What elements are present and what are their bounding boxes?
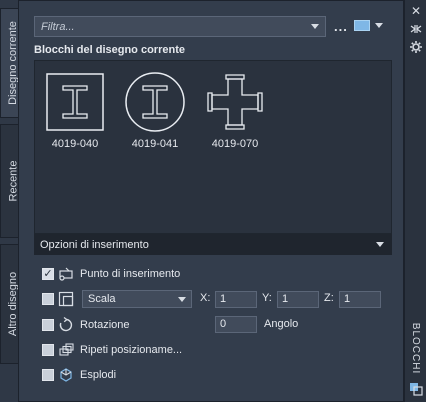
block-label: 4019-040 [51, 138, 99, 150]
rotation-row: Rotazione [42, 317, 130, 333]
insertion-point-label: Punto di inserimento [80, 268, 181, 280]
scale-y-label: Y: [262, 292, 272, 304]
scale-checkbox[interactable] [42, 293, 54, 305]
repeat-placement-checkbox[interactable] [42, 344, 54, 356]
i-beam-square-icon [46, 73, 104, 131]
explode-label: Esplodi [80, 369, 117, 381]
scale-x-input[interactable]: 1 [215, 291, 257, 308]
rotation-checkbox[interactable] [42, 319, 54, 331]
insertion-point-icon [59, 267, 73, 281]
scale-z-label: Z: [324, 292, 334, 304]
settings-icon[interactable] [409, 40, 423, 54]
scale-row [42, 291, 74, 307]
close-icon[interactable]: ✕ [409, 4, 423, 18]
scale-icon [58, 291, 74, 307]
explode-checkbox[interactable] [42, 369, 54, 381]
repeat-placement-label: Ripeti posizioname... [80, 344, 183, 356]
block-item[interactable]: 4019-070 [203, 71, 267, 150]
palette-title: BLOCCHI [406, 318, 426, 378]
chevron-down-icon[interactable] [311, 24, 319, 29]
scale-x-label: X: [200, 292, 211, 304]
angle-label: Angolo [264, 318, 299, 330]
block-item[interactable]: 4019-041 [123, 71, 187, 150]
repeat-placement-row: Ripeti posizioname... [42, 342, 182, 358]
block-item[interactable]: 4019-040 [43, 71, 107, 150]
palette-title-text: BLOCCHI [410, 322, 422, 374]
section-title: Blocchi del disegno corrente [34, 44, 185, 56]
explode-row: Esplodi [42, 367, 116, 383]
blocks-palette-icon [409, 382, 423, 396]
scale-mode-select[interactable]: Scala [82, 290, 192, 308]
insert-options-title: Opzioni di inserimento [40, 238, 149, 251]
view-mode-button[interactable] [354, 20, 383, 31]
rotation-angle-input[interactable]: 0 [215, 316, 257, 333]
scale-y-input[interactable]: 1 [277, 291, 319, 308]
insertion-point-row: Punto di inserimento [42, 266, 180, 282]
more-options-button[interactable]: ... [334, 19, 348, 34]
cross-fitting-icon [207, 74, 263, 130]
scale-z-input[interactable]: 1 [339, 291, 381, 308]
rotation-label: Rotazione [80, 319, 130, 331]
rotate-icon [59, 317, 73, 332]
i-beam-circle-icon [125, 72, 185, 132]
thumbnail-view-icon [354, 20, 370, 31]
chevron-down-icon [178, 296, 186, 302]
block-label: 4019-041 [131, 138, 179, 150]
insertion-point-checkbox[interactable] [42, 268, 54, 280]
insert-options-header[interactable]: Opzioni di inserimento [34, 234, 392, 255]
palette-title-strip[interactable]: ✕ BLOCCHI [404, 0, 426, 402]
blocks-palette: Disegno corrente Recente Altro disegno .… [0, 0, 426, 402]
explode-icon [60, 368, 72, 382]
filter-combobox[interactable] [34, 16, 326, 37]
scale-mode-value: Scala [88, 293, 116, 305]
chevron-down-icon [376, 242, 384, 247]
block-label: 4019-070 [211, 138, 259, 150]
repeat-placement-icon [59, 343, 74, 356]
filter-input[interactable] [35, 17, 311, 36]
blocks-gallery: 4019-040 4019-041 4019-070 [34, 60, 392, 234]
autohide-icon[interactable] [409, 22, 423, 36]
chevron-down-icon [375, 23, 383, 28]
